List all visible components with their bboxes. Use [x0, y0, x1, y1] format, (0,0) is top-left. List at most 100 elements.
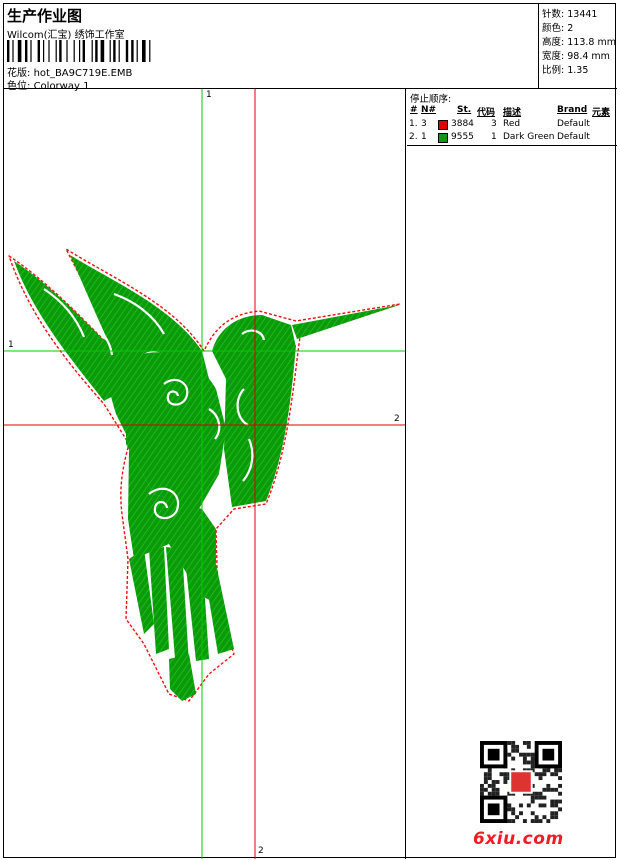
qr-module [554, 768, 559, 773]
col-st: St. [457, 105, 472, 115]
barcode-bar [66, 40, 68, 62]
qr-module [507, 819, 512, 823]
barcode-bar [113, 40, 116, 62]
sequence-row: 1. 3 3884 3 Red Default [409, 119, 590, 130]
barcode-bar [17, 40, 22, 62]
qr-module [491, 783, 496, 788]
qr-module [554, 787, 559, 792]
qr-module [538, 795, 543, 800]
qr-module [542, 803, 547, 808]
barcode-bar [142, 40, 146, 62]
qr-module [542, 787, 547, 792]
barcode-bar [82, 40, 85, 62]
sequence-title: 停止顺序: [410, 94, 452, 105]
qr-module [526, 752, 531, 757]
qr-module [550, 815, 555, 820]
qr-module [495, 791, 500, 796]
barcode-bar [30, 40, 32, 62]
qr-module [515, 744, 520, 749]
qr-module [550, 772, 555, 777]
qr-module [495, 780, 500, 784]
barcode-bar [25, 40, 28, 62]
barcode-bar [100, 40, 105, 62]
qr-module [511, 811, 516, 816]
barcode-bar [131, 40, 134, 62]
qr-module [546, 787, 551, 792]
barcode-bar [7, 40, 10, 62]
qr-module [554, 811, 559, 816]
col-element: 元素 [592, 108, 611, 118]
axis-label-green-left: 1 [8, 340, 14, 350]
qr-module [511, 772, 531, 792]
qr-module [515, 815, 520, 820]
barcode-bar [136, 40, 138, 62]
barcode-bar [55, 40, 57, 62]
qr-module [507, 807, 512, 812]
qr-module [519, 803, 523, 808]
qr-module [487, 803, 500, 816]
col-code: 代码 [477, 108, 496, 118]
qr-module [519, 752, 523, 757]
page-title: 生产作业图 [7, 7, 83, 25]
stats-panel: 针数: 13441 颜色: 2 高度: 113.8 mm 宽度: 98.4 mm… [539, 4, 617, 88]
qr-module [530, 819, 535, 823]
qr-module [542, 748, 555, 761]
qr-module [538, 772, 543, 777]
header-info: 生产作业图 Wilcom(汇宝) 绣饰工作室 花版: hot_BA9C719E.… [4, 4, 539, 92]
qr-module [483, 776, 488, 781]
qr-module [483, 780, 488, 784]
qr-module [542, 815, 547, 820]
qr-module [511, 741, 516, 745]
qr-module [487, 791, 492, 796]
qr-module [487, 772, 492, 777]
qr-module [499, 772, 504, 777]
qr-module [487, 783, 492, 788]
barcode-bar [73, 40, 75, 62]
qr-module [550, 799, 555, 804]
design-preview: 1 1 2 2 [4, 89, 406, 859]
production-worksheet: 生产作业图 Wilcom(汇宝) 绣饰工作室 花版: hot_BA9C719E.… [3, 3, 617, 859]
qr-module [542, 768, 547, 773]
qr-module [558, 807, 562, 812]
qr-module [530, 760, 535, 765]
axis-label-red-right: 2 [394, 414, 400, 424]
qr-module [542, 772, 547, 777]
qr-module [526, 803, 531, 808]
barcode-bar [125, 40, 129, 62]
barcode-bar [109, 40, 111, 62]
qr-module [530, 764, 535, 769]
qr-module [511, 744, 516, 749]
qr-module [503, 776, 508, 781]
qr-code [480, 741, 562, 823]
qr-module [550, 811, 555, 816]
qr-module [526, 741, 531, 745]
qr-module [511, 756, 516, 761]
qr-module [550, 803, 555, 808]
barcode-bar [37, 40, 40, 62]
qr-module [526, 760, 531, 765]
sequence-divider [407, 145, 617, 146]
qr-module [511, 819, 516, 823]
barcode [7, 40, 151, 62]
qr-module [487, 748, 500, 761]
stat-stitches: 针数: 13441 [542, 9, 598, 20]
qr-module [522, 819, 527, 823]
qr-module [522, 752, 527, 757]
qr-module [480, 791, 484, 796]
qr-module [558, 791, 562, 796]
qr-module [550, 787, 555, 792]
qr-module [487, 768, 492, 773]
qr-module [503, 780, 508, 784]
qr-module [526, 744, 531, 749]
qr-module [530, 799, 535, 804]
qr-module [522, 756, 527, 761]
qr-module [480, 787, 484, 792]
barcode-bar [59, 40, 62, 62]
qr-module [495, 787, 500, 792]
qr-module [554, 815, 559, 820]
col-brand: Brand [557, 105, 588, 115]
qr-module [534, 791, 539, 796]
qr-module [522, 741, 527, 745]
barcode-bar [48, 40, 50, 62]
watermark-logo: 6xiu.com [473, 829, 564, 849]
